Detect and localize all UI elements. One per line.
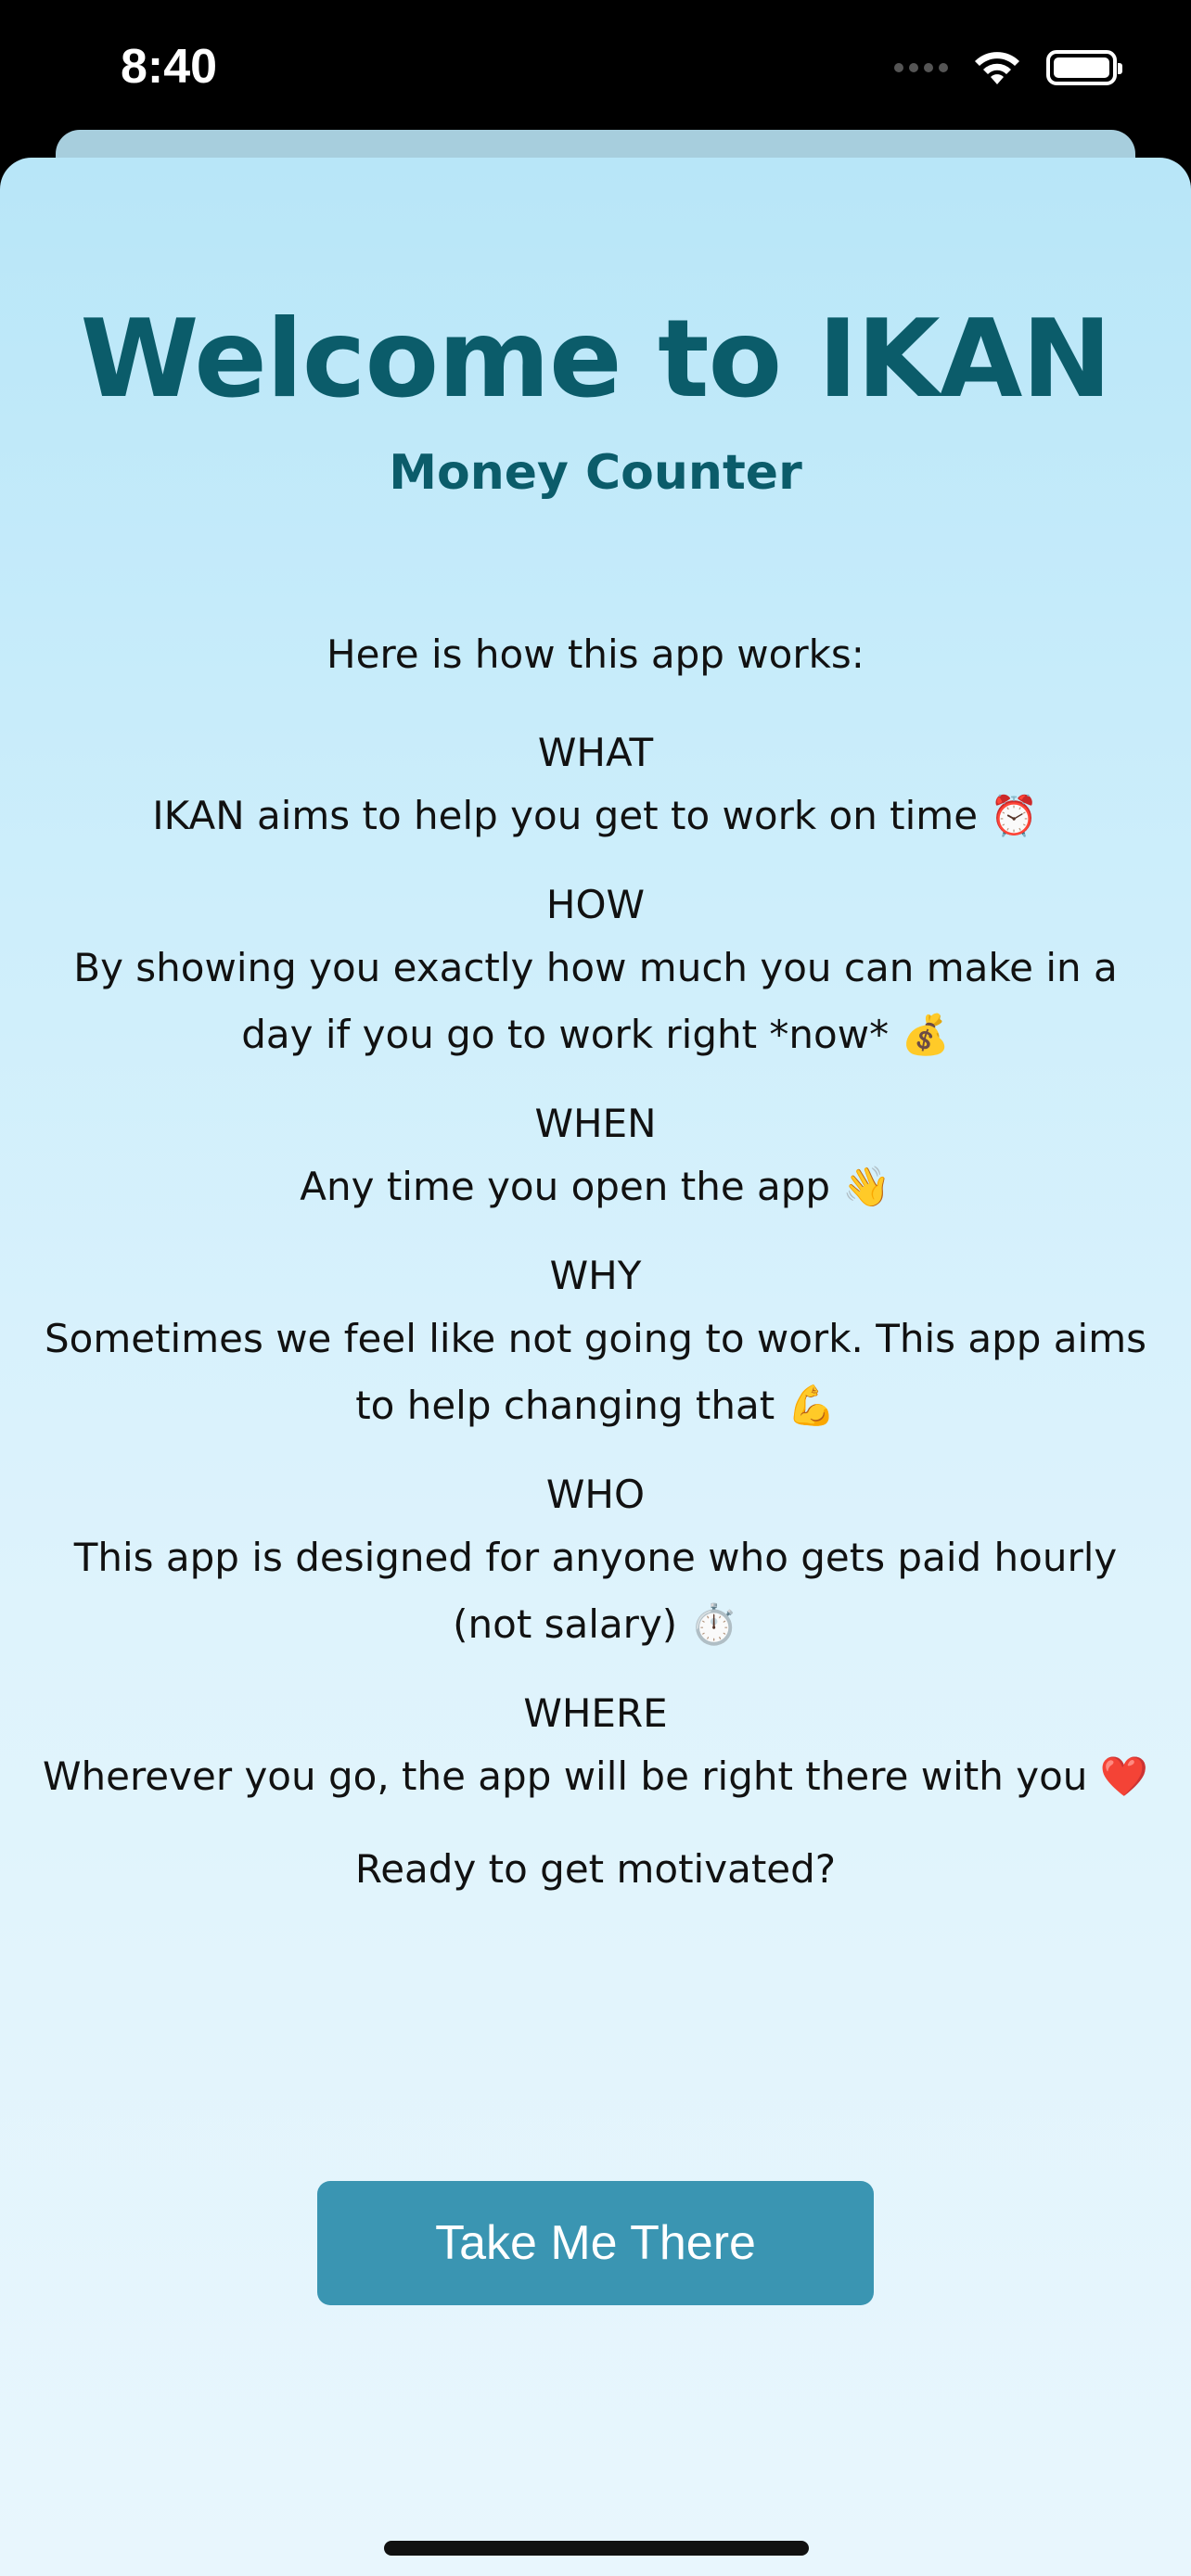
section-where: WHERE Wherever you go, the app will be r… [37, 1684, 1154, 1810]
battery-icon [1046, 50, 1122, 85]
status-time: 8:40 [121, 40, 218, 94]
section-text: This app is designed for anyone who gets… [73, 1535, 1118, 1647]
section-what: WHAT IKAN aims to help you get to work o… [37, 723, 1154, 849]
section-heading: WHEN [534, 1101, 657, 1146]
take-me-there-button[interactable]: Take Me There [317, 2181, 874, 2305]
section-heading: WHAT [537, 730, 654, 775]
section-text: Sometimes we feel like not going to work… [44, 1316, 1147, 1428]
section-heading: HOW [545, 882, 646, 927]
section-text: IKAN aims to help you get to work on tim… [152, 793, 1039, 838]
welcome-sheet: Welcome to IKAN Money Counter Here is ho… [0, 158, 1191, 2576]
section-text: By showing you exactly how much you can … [73, 945, 1118, 1057]
cellular-signal-icon [894, 63, 948, 72]
welcome-content: Here is how this app works: WHAT IKAN ai… [37, 621, 1154, 1903]
section-heading: WHY [549, 1253, 642, 1298]
wifi-icon [975, 52, 1019, 84]
intro-text: Here is how this app works: [327, 631, 864, 677]
section-why: WHY Sometimes we feel like not going to … [37, 1246, 1154, 1439]
closing-text: Ready to get motivated? [354, 1846, 837, 1892]
section-when: WHEN Any time you open the app 👋 [37, 1094, 1154, 1220]
section-text: Any time you open the app 👋 [300, 1164, 891, 1209]
app-subtitle: Money Counter [389, 445, 802, 501]
section-who: WHO This app is designed for anyone who … [37, 1465, 1154, 1658]
status-bar: 8:40 [0, 0, 1191, 139]
section-text: Wherever you go, the app will be right t… [42, 1753, 1149, 1799]
section-heading: WHO [545, 1472, 646, 1517]
welcome-title: Welcome to IKAN [80, 297, 1111, 422]
section-how: HOW By showing you exactly how much you … [37, 875, 1154, 1068]
status-icons [894, 45, 1122, 91]
section-heading: WHERE [523, 1690, 668, 1736]
home-indicator[interactable] [384, 2541, 809, 2556]
